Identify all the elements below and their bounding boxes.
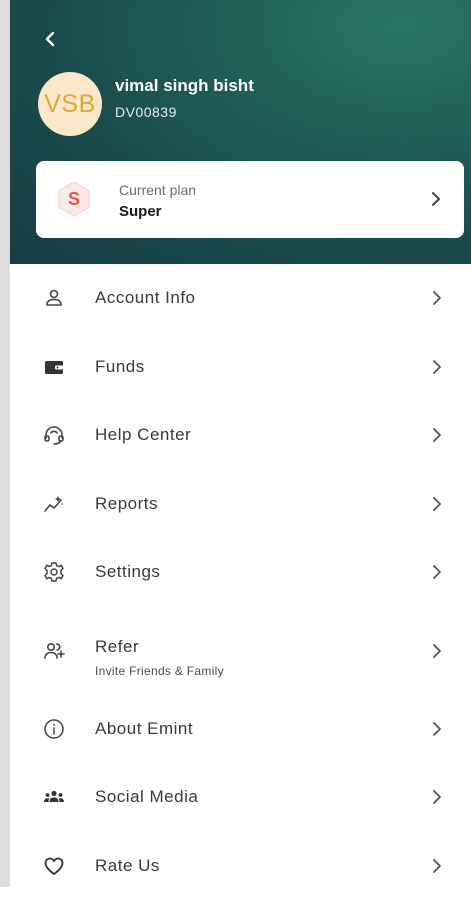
- menu-item-label: Social Media: [95, 787, 198, 807]
- menu-item-settings[interactable]: Settings: [10, 538, 471, 607]
- heart-icon: [42, 854, 66, 878]
- left-edge-divider: [0, 0, 10, 887]
- chevron-right-icon: [431, 641, 443, 661]
- plan-badge-icon: S: [58, 181, 90, 217]
- avatar: VSB: [38, 72, 102, 136]
- menu-item-label: Reports: [95, 494, 158, 514]
- menu-item-reports[interactable]: Reports: [10, 470, 471, 539]
- headset-icon: [42, 423, 66, 447]
- chevron-right-icon: [431, 357, 443, 377]
- group-icon: [42, 785, 66, 809]
- menu-item-label: Settings: [95, 562, 160, 582]
- wallet-icon: [42, 355, 66, 379]
- chevron-right-icon: [431, 494, 443, 514]
- menu-item-label: Refer: [95, 637, 139, 657]
- menu-item-rate-us[interactable]: Rate Us: [10, 832, 471, 900]
- user-name: vimal singh bisht: [115, 76, 254, 96]
- chevron-left-icon: [38, 26, 64, 52]
- info-icon: [42, 717, 66, 741]
- menu-item-social-media[interactable]: Social Media: [10, 763, 471, 832]
- current-plan-card[interactable]: S Current plan Super: [36, 161, 464, 238]
- gear-icon: [42, 560, 66, 584]
- chevron-right-icon: [431, 787, 443, 807]
- client-id: DV00839: [115, 104, 177, 120]
- profile-header: VSB vimal singh bisht DV00839 S Current …: [10, 0, 471, 264]
- menu-item-label: Rate Us: [95, 856, 160, 876]
- plan-caption: Current plan: [119, 182, 196, 198]
- menu-list: Account Info Funds Help: [10, 264, 471, 900]
- chevron-right-icon: [431, 562, 443, 582]
- chart-trend-icon: [42, 492, 66, 516]
- menu-item-label: Help Center: [95, 425, 191, 445]
- menu-item-help-center[interactable]: Help Center: [10, 401, 471, 470]
- menu-item-label: Account Info: [95, 288, 196, 308]
- back-button[interactable]: [38, 26, 64, 52]
- chevron-right-icon: [430, 189, 442, 209]
- chevron-right-icon: [431, 288, 443, 308]
- user-icon: [42, 286, 66, 310]
- menu-item-label: About Emint: [95, 719, 193, 739]
- menu-item-sublabel: Invite Friends & Family: [95, 664, 224, 678]
- menu-item-refer[interactable]: Refer Invite Friends & Family: [10, 607, 471, 695]
- chevron-right-icon: [431, 719, 443, 739]
- chevron-right-icon: [431, 856, 443, 876]
- menu-item-funds[interactable]: Funds: [10, 333, 471, 402]
- chevron-right-icon: [431, 425, 443, 445]
- user-add-icon: [42, 639, 66, 663]
- plan-badge-letter: S: [68, 189, 80, 209]
- plan-name: Super: [119, 203, 162, 220]
- menu-item-label: Funds: [95, 357, 145, 377]
- menu-item-about-emint[interactable]: About Emint: [10, 695, 471, 764]
- menu-item-account-info[interactable]: Account Info: [10, 264, 471, 333]
